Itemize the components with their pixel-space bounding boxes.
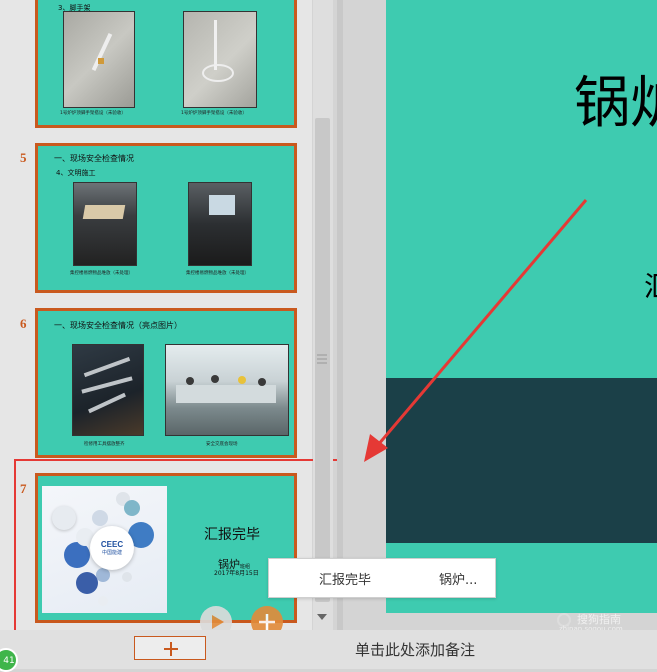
slide-number-5: 5 [20, 150, 27, 165]
main-slide-title: 锅炉 [574, 71, 657, 136]
slide-5-caption-1: 集控楼易燃物品堆放（未处理） [70, 271, 133, 276]
notes-bar [0, 630, 657, 669]
tooltip-text-1: 汇报完毕 [319, 573, 372, 588]
slide-6-caption-1: 检修用工具摆放整齐 [84, 442, 125, 447]
notes-placeholder[interactable]: 单击此处添加备注 [355, 639, 475, 660]
slide-4-caption-2: 1号炉炉顶脚手架搭设（未验收） [181, 111, 247, 116]
slide-5-subtitle: 4、文明施工 [56, 169, 96, 177]
scroll-grip-icon [317, 354, 327, 364]
slide-6-caption-2: 安全交底会现场 [206, 442, 238, 447]
slide-5-photo-2 [188, 182, 252, 266]
panel-splitter[interactable] [337, 0, 343, 630]
red-arrow-annotation [364, 199, 588, 462]
slide-6-photo-1 [72, 344, 144, 436]
slide-4-caption-1: 1号炉炉顶脚手架搭设（未验收） [60, 111, 126, 116]
slide-4-photo-2 [183, 11, 257, 108]
slide-4-photo-1 [63, 11, 135, 108]
slide-6-photo-2 [165, 344, 289, 436]
slide-6-title: 一、现场安全检查情况（亮点图片） [54, 321, 182, 330]
scroll-down-arrow-icon[interactable] [315, 612, 329, 622]
slide-5-title: 一、现场安全检查情况 [54, 154, 134, 163]
slide-5-photo-1 [73, 182, 137, 266]
tooltip-text-2: 锅炉... [439, 573, 478, 588]
slide-thumbnail-5[interactable]: 一、现场安全检查情况 4、文明施工 集控楼易燃物品堆放（未处理） 集控楼易燃物品… [35, 143, 297, 293]
slide-thumbnail-4[interactable]: 3、脚手架 1号炉炉顶脚手架搭设（未验收） 1号炉炉顶脚手架搭设（未验收） [35, 0, 297, 128]
slide-number-6: 6 [20, 316, 27, 331]
add-slide-button[interactable] [134, 636, 206, 660]
plus-icon [164, 642, 178, 656]
main-slide-subtitle: 汇 [644, 265, 657, 305]
highlight-box [14, 459, 362, 642]
slide-5-caption-2: 集控楼易燃物品堆放（未处理） [186, 271, 249, 276]
slide-thumbnail-6[interactable]: 一、现场安全检查情况（亮点图片） 检修用工具摆放整齐 安全交底会现场 [35, 308, 297, 458]
slide-tooltip: 汇报完毕 锅炉... [268, 558, 496, 598]
